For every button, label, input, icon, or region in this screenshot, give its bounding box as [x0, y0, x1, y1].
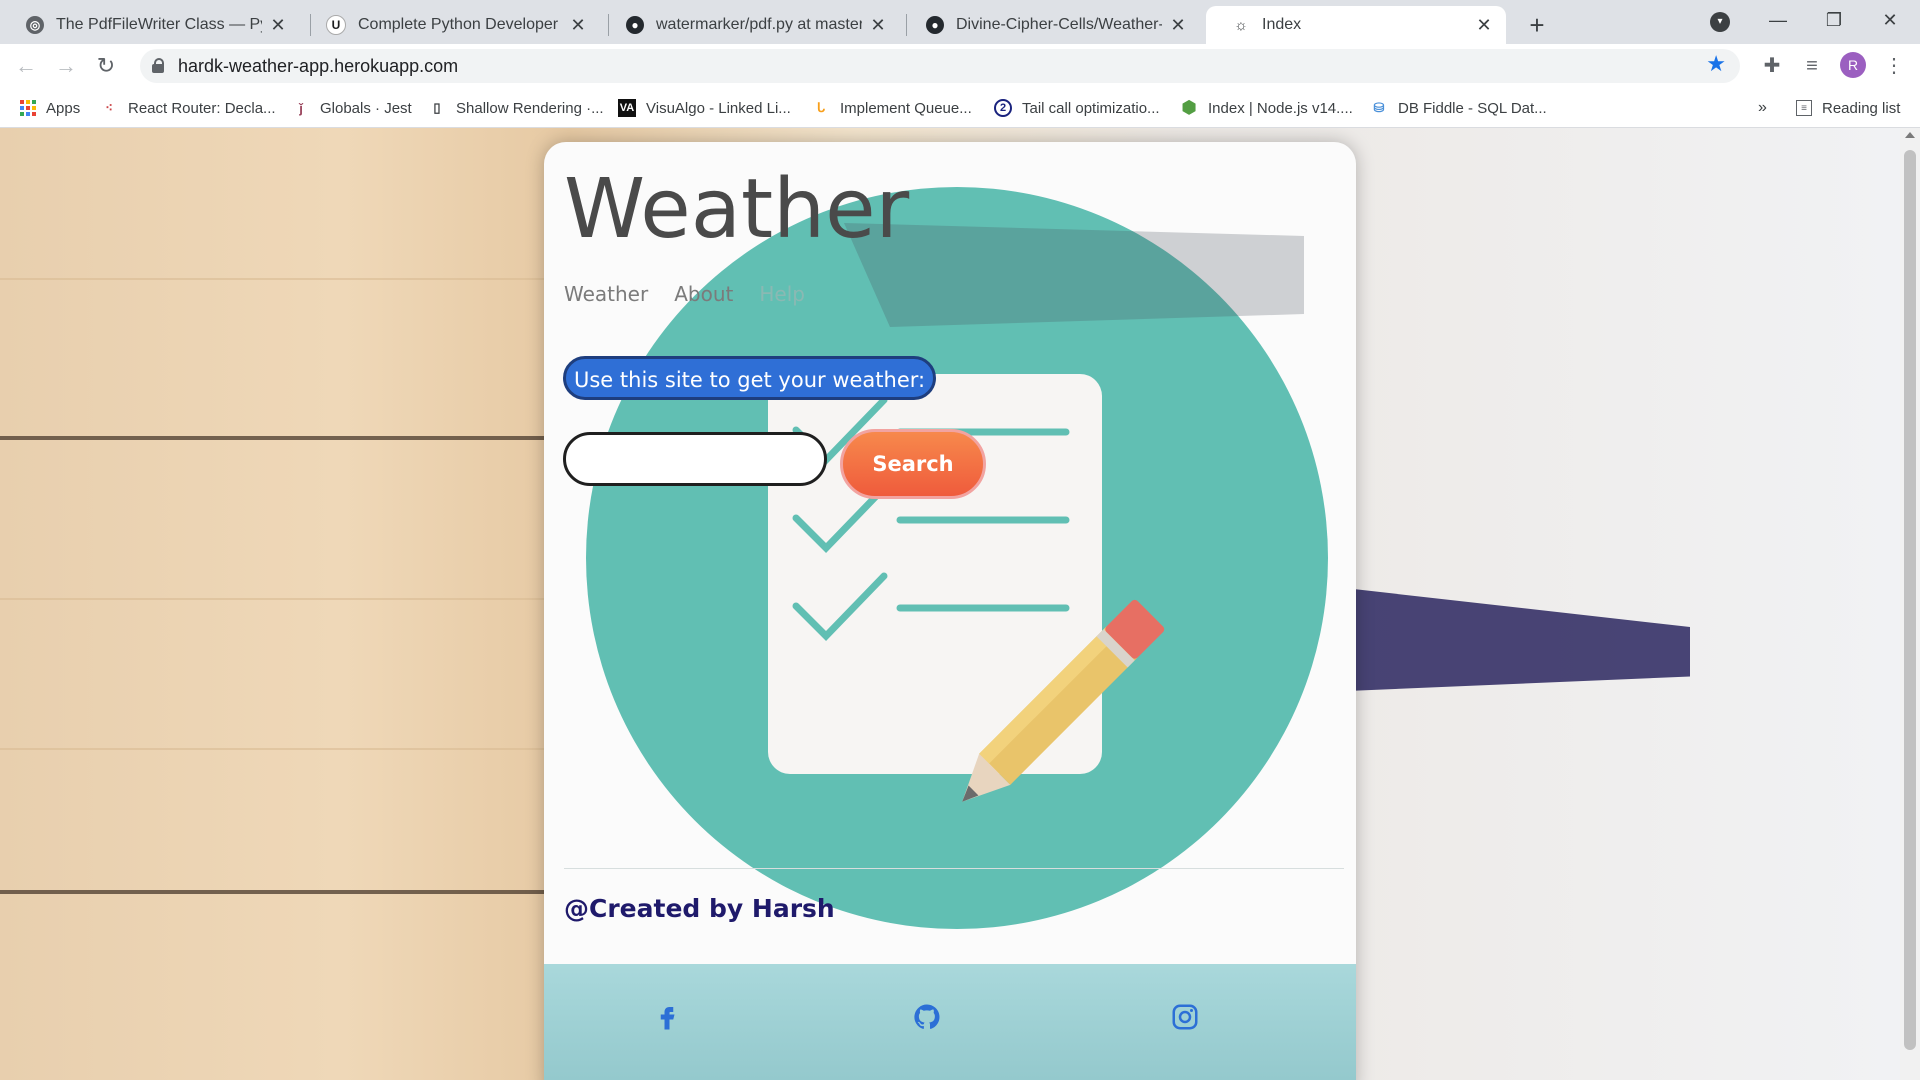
- close-tab-icon[interactable]: ✕: [1168, 15, 1188, 36]
- tab-index[interactable]: ☼ Index ✕: [1206, 6, 1506, 44]
- bookmark-label: Globals · Jest: [320, 99, 412, 117]
- tab-title: Index: [1262, 16, 1302, 33]
- url-text[interactable]: hardk-weather-app.herokuapp.com: [178, 49, 458, 83]
- address-bar[interactable]: hardk-weather-app.herokuapp.com ★: [140, 49, 1740, 83]
- github-tab-icon: ●: [926, 16, 944, 34]
- globe-icon: ◎: [26, 16, 44, 34]
- nav-link-weather[interactable]: Weather: [564, 282, 648, 306]
- two-circle-icon: 2: [994, 99, 1012, 117]
- tab-strip: ◎ The PdfFileWriter Class — PyPDF ✕ U Co…: [0, 0, 1920, 44]
- reload-icon[interactable]: ↻: [90, 50, 122, 82]
- page-viewport: Weather Weather About Help Use this site…: [0, 128, 1900, 1080]
- jest-icon: ǰ: [299, 100, 303, 116]
- bookmark-shallow-rendering[interactable]: ▯ Shallow Rendering ·...: [428, 88, 604, 128]
- tab-title: The PdfFileWriter Class — PyPDF: [56, 16, 262, 33]
- background-grain: [0, 278, 600, 280]
- visualgo-icon: VA: [618, 99, 636, 117]
- app-card: Weather Weather About Help Use this site…: [544, 142, 1356, 1080]
- react-router-icon: ⁖: [105, 100, 113, 115]
- close-tab-icon[interactable]: ✕: [868, 15, 888, 36]
- browser-toolbar: ← → ↻ hardk-weather-app.herokuapp.com ★ …: [0, 44, 1920, 88]
- bookmark-nodejs[interactable]: ⬢ Index | Node.js v14....: [1180, 88, 1353, 128]
- bookmark-label: Index | Node.js v14....: [1208, 99, 1353, 117]
- maximize-icon[interactable]: ❐: [1806, 0, 1862, 40]
- media-queue-icon[interactable]: ≡: [1796, 50, 1828, 82]
- bookmark-label: VisuAlgo - Linked Li...: [646, 99, 791, 117]
- bookmark-label: Shallow Rendering ·...: [456, 99, 604, 117]
- leetcode-icon: ᒐ: [816, 100, 826, 115]
- extensions-icon[interactable]: ✚: [1756, 50, 1788, 82]
- page-scrollbar[interactable]: [1900, 128, 1920, 1080]
- close-tab-icon[interactable]: ✕: [1474, 15, 1494, 36]
- udemy-icon: U: [326, 15, 346, 35]
- tab-python-course[interactable]: U Complete Python Developer in 20 ✕: [300, 6, 600, 44]
- back-icon[interactable]: ←: [10, 50, 42, 82]
- app-nav: Weather About Help: [564, 282, 805, 306]
- apps-grid-icon: [20, 100, 36, 116]
- tab-watermarker[interactable]: ● watermarker/pdf.py at master · a ✕: [600, 6, 900, 44]
- creator-credit: @Created by Harsh: [564, 894, 835, 923]
- bookmark-apps[interactable]: Apps: [20, 88, 80, 128]
- database-icon: ⛁: [1373, 100, 1385, 115]
- new-tab-button[interactable]: +: [1520, 8, 1554, 42]
- background-plank-line: [0, 436, 560, 440]
- bookmark-label: Tail call optimizatio...: [1022, 99, 1160, 117]
- bookmarks-bar: Apps ⁖ React Router: Decla... ǰ Globals …: [0, 88, 1920, 128]
- location-search-input[interactable]: [563, 432, 827, 486]
- social-footer: [544, 964, 1356, 1080]
- tab-title: Complete Python Developer in 20: [358, 16, 562, 33]
- bookmark-jest[interactable]: ǰ Globals · Jest: [292, 88, 412, 128]
- close-tab-icon[interactable]: ✕: [568, 15, 588, 36]
- tab-weather-repo[interactable]: ● Divine-Cipher-Cells/Weather-app ✕: [900, 6, 1200, 44]
- nav-link-about[interactable]: About: [674, 282, 733, 306]
- tab-title: watermarker/pdf.py at master · a: [656, 16, 862, 33]
- minimize-icon[interactable]: —: [1750, 0, 1806, 40]
- forward-icon[interactable]: →: [50, 50, 82, 82]
- scroll-up-arrow-icon[interactable]: [1905, 132, 1915, 138]
- nodejs-icon: ⬢: [1181, 98, 1197, 117]
- reading-list-button[interactable]: ≡ Reading list: [1796, 88, 1900, 128]
- bookmark-tail-call[interactable]: 2 Tail call optimizatio...: [994, 88, 1160, 128]
- reading-list-icon: ≡: [1796, 100, 1812, 116]
- bookmark-label: Implement Queue...: [840, 99, 972, 117]
- github-tab-icon: ●: [626, 16, 644, 34]
- profile-avatar[interactable]: R: [1840, 52, 1866, 78]
- bookmark-react-router[interactable]: ⁖ React Router: Decla...: [100, 88, 276, 128]
- background-pencil: [1300, 583, 1690, 693]
- search-button[interactable]: Search: [840, 429, 986, 499]
- scrollbar-thumb[interactable]: [1904, 150, 1916, 1050]
- bookmarks-overflow-button[interactable]: »: [1758, 88, 1767, 128]
- background-grain: [0, 748, 600, 750]
- nav-link-help[interactable]: Help: [759, 282, 805, 306]
- weather-cloud-icon: ☼: [1234, 16, 1248, 34]
- instagram-icon[interactable]: [1170, 1002, 1200, 1032]
- bookmark-label: Apps: [46, 99, 81, 117]
- bookmark-star-icon[interactable]: ★: [1706, 51, 1726, 77]
- bookmark-db-fiddle[interactable]: ⛁ DB Fiddle - SQL Dat...: [1370, 88, 1547, 128]
- lock-icon[interactable]: [152, 58, 164, 73]
- book-icon: ▯: [433, 100, 441, 115]
- footer-divider: [564, 868, 1344, 869]
- intro-message: Use this site to get your weather:: [563, 356, 937, 400]
- background-plank-line: [0, 890, 560, 894]
- close-tab-icon[interactable]: ✕: [268, 15, 288, 36]
- tab-search-icon[interactable]: ▾: [1710, 12, 1730, 32]
- bookmark-label: React Router: Decla...: [128, 99, 276, 117]
- page-title: Weather: [564, 162, 910, 257]
- tab-title: Divine-Cipher-Cells/Weather-app: [956, 16, 1162, 33]
- reading-list-label: Reading list: [1822, 99, 1901, 117]
- bookmark-label: DB Fiddle - SQL Dat...: [1398, 99, 1547, 117]
- more-menu-icon[interactable]: ⋮: [1878, 50, 1910, 82]
- facebook-icon[interactable]: [652, 1002, 682, 1032]
- close-window-icon[interactable]: ✕: [1862, 0, 1918, 40]
- tab-pypdf[interactable]: ◎ The PdfFileWriter Class — PyPDF ✕: [0, 6, 300, 44]
- github-icon[interactable]: [912, 1002, 942, 1032]
- bookmark-implement-queue[interactable]: ᒐ Implement Queue...: [812, 88, 972, 128]
- background-grain: [0, 598, 600, 600]
- bookmark-visualgo[interactable]: VA VisuAlgo - Linked Li...: [618, 88, 791, 128]
